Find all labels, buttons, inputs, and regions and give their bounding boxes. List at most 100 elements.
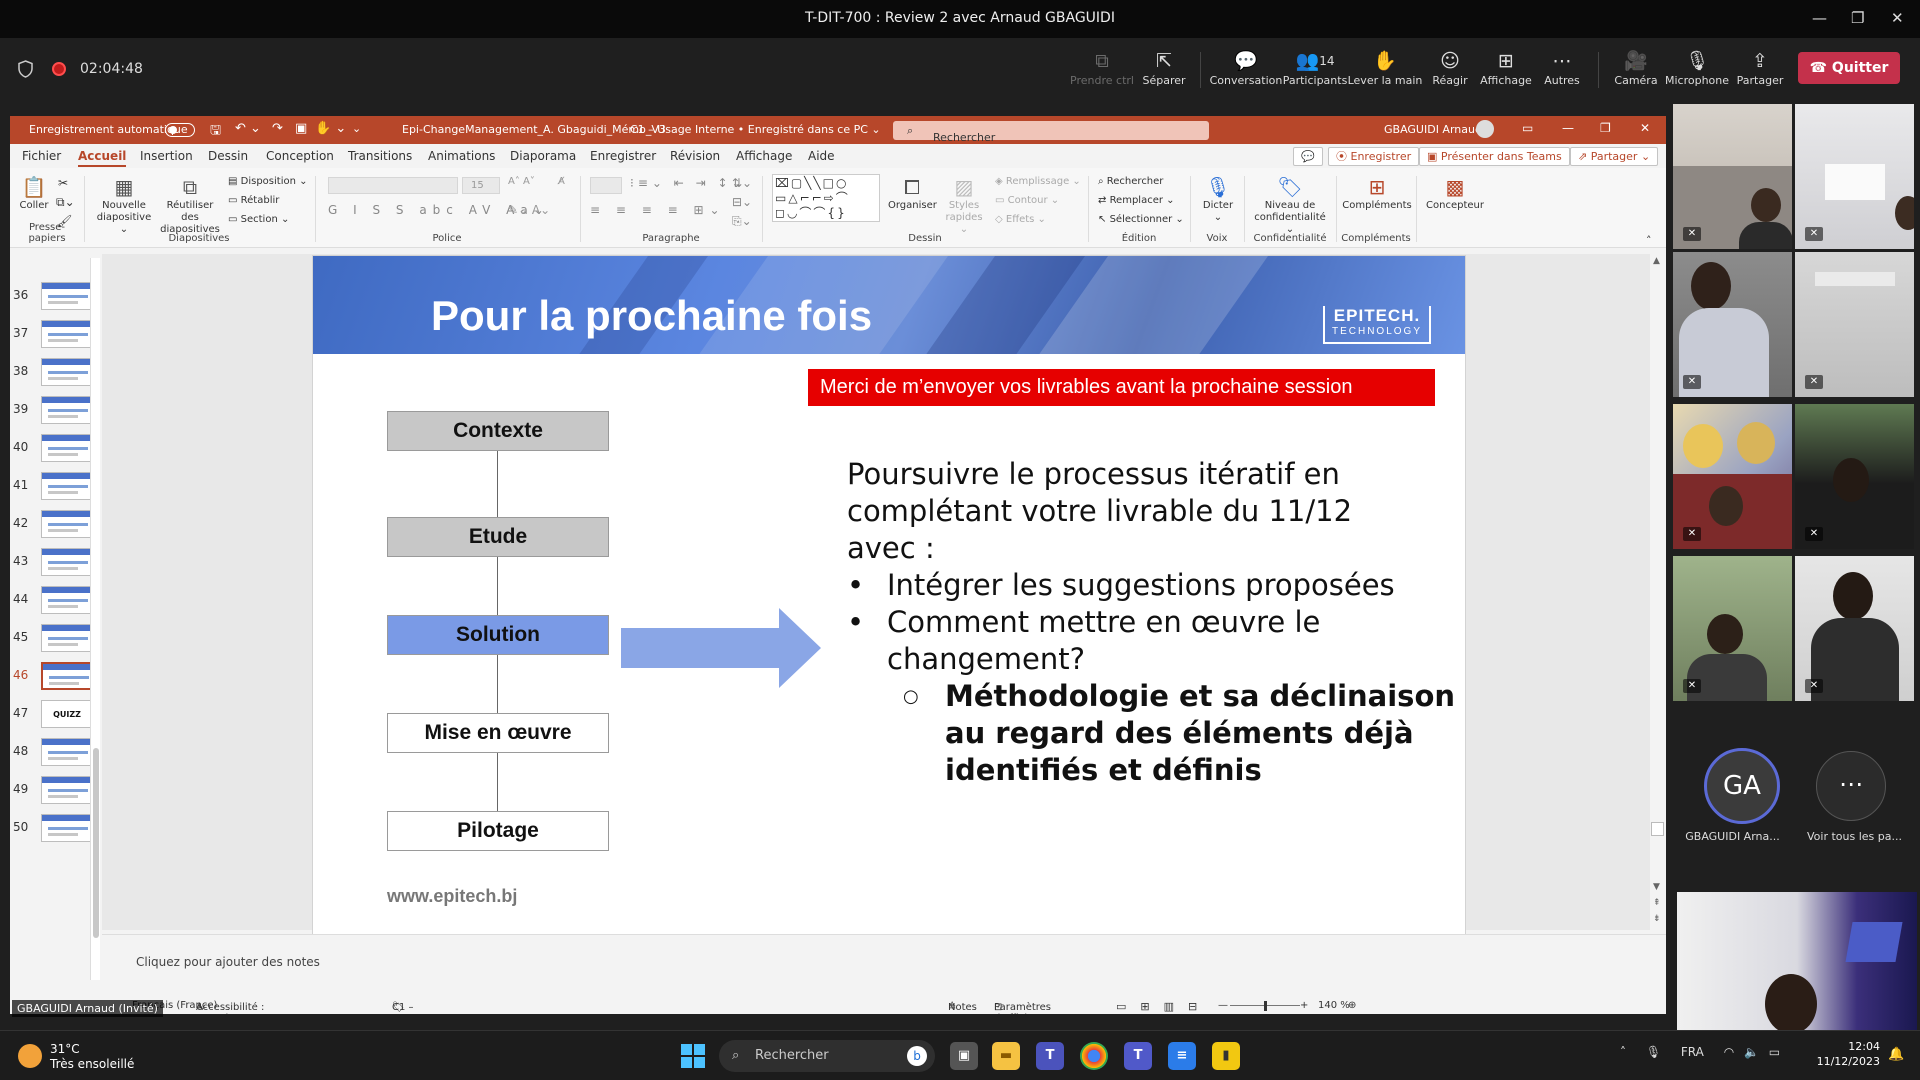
font-size-dropdown[interactable]: 15 (462, 177, 500, 194)
volume-icon[interactable]: 🔈 (1744, 1045, 1759, 1059)
cut-icon[interactable]: ✂ (58, 176, 68, 190)
alignment-icons[interactable]: ≡ ≡ ≡ ≡ ⊞⌄ (590, 203, 726, 217)
participant-video-tile[interactable]: ✕ (1673, 556, 1792, 701)
current-slide[interactable]: Pour la prochaine fois EPITECH. TECHNOLO… (312, 255, 1466, 937)
teams-app-icon[interactable]: T (1036, 1042, 1064, 1070)
participant-video-tile[interactable]: ✕ (1673, 104, 1792, 249)
share-file-button[interactable]: ⇗ Partager ⌄ (1570, 147, 1659, 166)
shape-fill-button[interactable]: ◈ Remplissage ⌄ (995, 176, 1081, 187)
see-all-participants-button[interactable]: ⋯ (1816, 751, 1886, 821)
minimize-button[interactable]: — (1812, 9, 1827, 27)
slide-thumbnail[interactable] (41, 586, 93, 614)
tab-diaporama[interactable]: Diaporama (510, 149, 576, 163)
participant-video-tile[interactable]: ✕ (1795, 252, 1914, 397)
view-mode-icons[interactable]: ▭⊞▥⊟ (1116, 1000, 1211, 1013)
close-window-button[interactable]: ✕ (1891, 9, 1904, 27)
notes-pane[interactable]: Cliquez pour ajouter des notes (102, 934, 1666, 998)
next-slide-icon[interactable]: ⇟ (1653, 914, 1661, 924)
pop-out-button[interactable]: ⇱ Séparer (1124, 48, 1204, 87)
tab-transitions[interactable]: Transitions (348, 149, 412, 163)
participant-video-tile[interactable]: ✕ (1795, 104, 1914, 249)
slide-thumbnail[interactable] (41, 624, 93, 652)
addins-button[interactable]: ⊞ Compléments (1342, 174, 1412, 212)
participants-button[interactable]: 👥14 Participants (1275, 48, 1355, 87)
select-button[interactable]: ↖ Sélectionner ⌄ (1098, 214, 1184, 225)
ppt-search-box[interactable]: ⌕ Rechercher (893, 121, 1209, 144)
avatar[interactable]: GA (1704, 748, 1780, 824)
ppt-minimize-icon[interactable]: — (1562, 121, 1574, 135)
tab-fichier[interactable]: Fichier (22, 149, 61, 163)
slide-thumbnail[interactable] (41, 320, 93, 348)
align-text-icon[interactable]: ⊟⌄ (732, 195, 752, 209)
undo-icon[interactable]: ↶ ⌄ (235, 121, 261, 136)
find-button[interactable]: ⌕ Rechercher (1098, 176, 1163, 187)
notifications-bell-icon[interactable]: 🔔 (1888, 1047, 1904, 1062)
more-actions-button[interactable]: ⋯ Autres (1522, 48, 1602, 87)
tab-revision[interactable]: Révision (670, 149, 720, 163)
designer-button[interactable]: ▩ Concepteur (1420, 174, 1490, 212)
weather-widget[interactable]: 31°C Très ensoleillé (50, 1042, 134, 1072)
touch-mode-icon[interactable]: ✋ ⌄ (315, 121, 346, 136)
section-button[interactable]: ▭ Section ⌄ (228, 214, 289, 225)
arrange-button[interactable]: ⧠ Organiser (888, 174, 937, 212)
slide-thumbnail[interactable]: QUIZZ (41, 700, 93, 728)
teams-classic-icon[interactable]: T (1124, 1042, 1152, 1070)
user-avatar-icon[interactable] (1476, 120, 1494, 138)
chrome-icon[interactable] (1080, 1042, 1108, 1070)
thumbnails-scrollbar[interactable] (90, 258, 100, 980)
present-in-teams-button[interactable]: ▣ Présenter dans Teams (1419, 147, 1570, 166)
zoom-level[interactable]: 140 % (1318, 1000, 1350, 1011)
power-bi-icon[interactable]: ▮ (1212, 1042, 1240, 1070)
self-video-tile[interactable] (1677, 892, 1917, 1030)
slide-thumbnail[interactable] (41, 776, 93, 804)
tab-enregistrer[interactable]: Enregistrer (590, 149, 656, 163)
clear-format-icon[interactable]: A̸ (558, 176, 565, 187)
paste-button[interactable]: 📋 Coller (18, 174, 50, 212)
record-button[interactable]: ⦿ Enregistrer (1328, 147, 1420, 166)
customize-qat-icon[interactable]: ⌄ (352, 122, 361, 135)
battery-icon[interactable]: ▭ (1769, 1045, 1780, 1059)
text-direction-icon[interactable]: ⇅⌄ (732, 176, 752, 190)
ppt-close-icon[interactable]: ✕ (1640, 121, 1650, 135)
smartart-icon[interactable]: ⎘⌄ (732, 214, 752, 229)
fit-to-window-icon[interactable]: ⊕ (1348, 1000, 1356, 1011)
input-language[interactable]: FRA (1681, 1045, 1704, 1059)
thumbnails-scroll-thumb[interactable] (93, 748, 99, 938)
collapse-ribbon-icon[interactable]: ˄ (1646, 234, 1652, 247)
new-slide-button[interactable]: ▦ Nouvelle diapositive ⌄ (96, 174, 152, 236)
tab-aide[interactable]: Aide (808, 149, 835, 163)
zoom-in-icon[interactable]: + (1300, 1000, 1308, 1011)
slide-thumbnail[interactable] (41, 434, 93, 462)
layout-button[interactable]: ▤ Disposition ⌄ (228, 176, 308, 187)
reset-button[interactable]: ▭ Rétablir (228, 195, 279, 206)
scroll-up-icon[interactable]: ▲ (1653, 256, 1660, 266)
list-indent-icons[interactable]: ⁝≡⌄ ⇤ ⇥ ↕⌄ (630, 176, 746, 190)
tab-conception[interactable]: Conception (266, 149, 334, 163)
highlight-icon[interactable]: ✎⌄ A⌄ (508, 203, 550, 217)
tab-animations[interactable]: Animations (428, 149, 495, 163)
slide-thumbnail[interactable] (41, 282, 93, 310)
taskbar-clock[interactable]: 12:04 11/12/2023 (1810, 1039, 1880, 1069)
mic-in-use-icon[interactable]: 🎙 (1646, 1045, 1661, 1059)
participant-video-tile[interactable]: ✕ (1795, 556, 1914, 701)
previous-slide-icon[interactable]: ⇞ (1653, 898, 1661, 908)
notepad-icon[interactable]: ≡ (1168, 1042, 1196, 1070)
slide-thumbnail[interactable] (41, 738, 93, 766)
tab-affichage[interactable]: Affichage (736, 149, 792, 163)
chat-button[interactable]: 💬 Conversation (1206, 48, 1286, 87)
maximize-button[interactable]: ❐ (1851, 9, 1864, 27)
dictate-button[interactable]: 🎙 Dicter ⌄ (1198, 174, 1238, 224)
tab-insertion[interactable]: Insertion (140, 149, 193, 163)
bullets-dropdown[interactable] (590, 177, 622, 194)
quick-styles-button[interactable]: ▨ Styles rapides ⌄ (940, 174, 988, 236)
slide-thumbnail[interactable] (41, 510, 93, 538)
scroll-down-icon[interactable]: ▼ (1653, 882, 1660, 892)
canvas-scroll-thumb[interactable] (1651, 822, 1664, 836)
slide-thumbnail[interactable] (41, 814, 93, 842)
start-slideshow-icon[interactable]: ▣ (295, 121, 307, 136)
comments-button[interactable]: 💬 (1293, 147, 1323, 166)
zoom-slider-thumb[interactable] (1264, 1001, 1267, 1011)
replace-button[interactable]: ⇄ Remplacer ⌄ (1098, 195, 1175, 206)
ppt-restore-icon[interactable]: ❐ (1600, 121, 1611, 135)
shape-effects-button[interactable]: ◇ Effets ⌄ (995, 214, 1046, 225)
